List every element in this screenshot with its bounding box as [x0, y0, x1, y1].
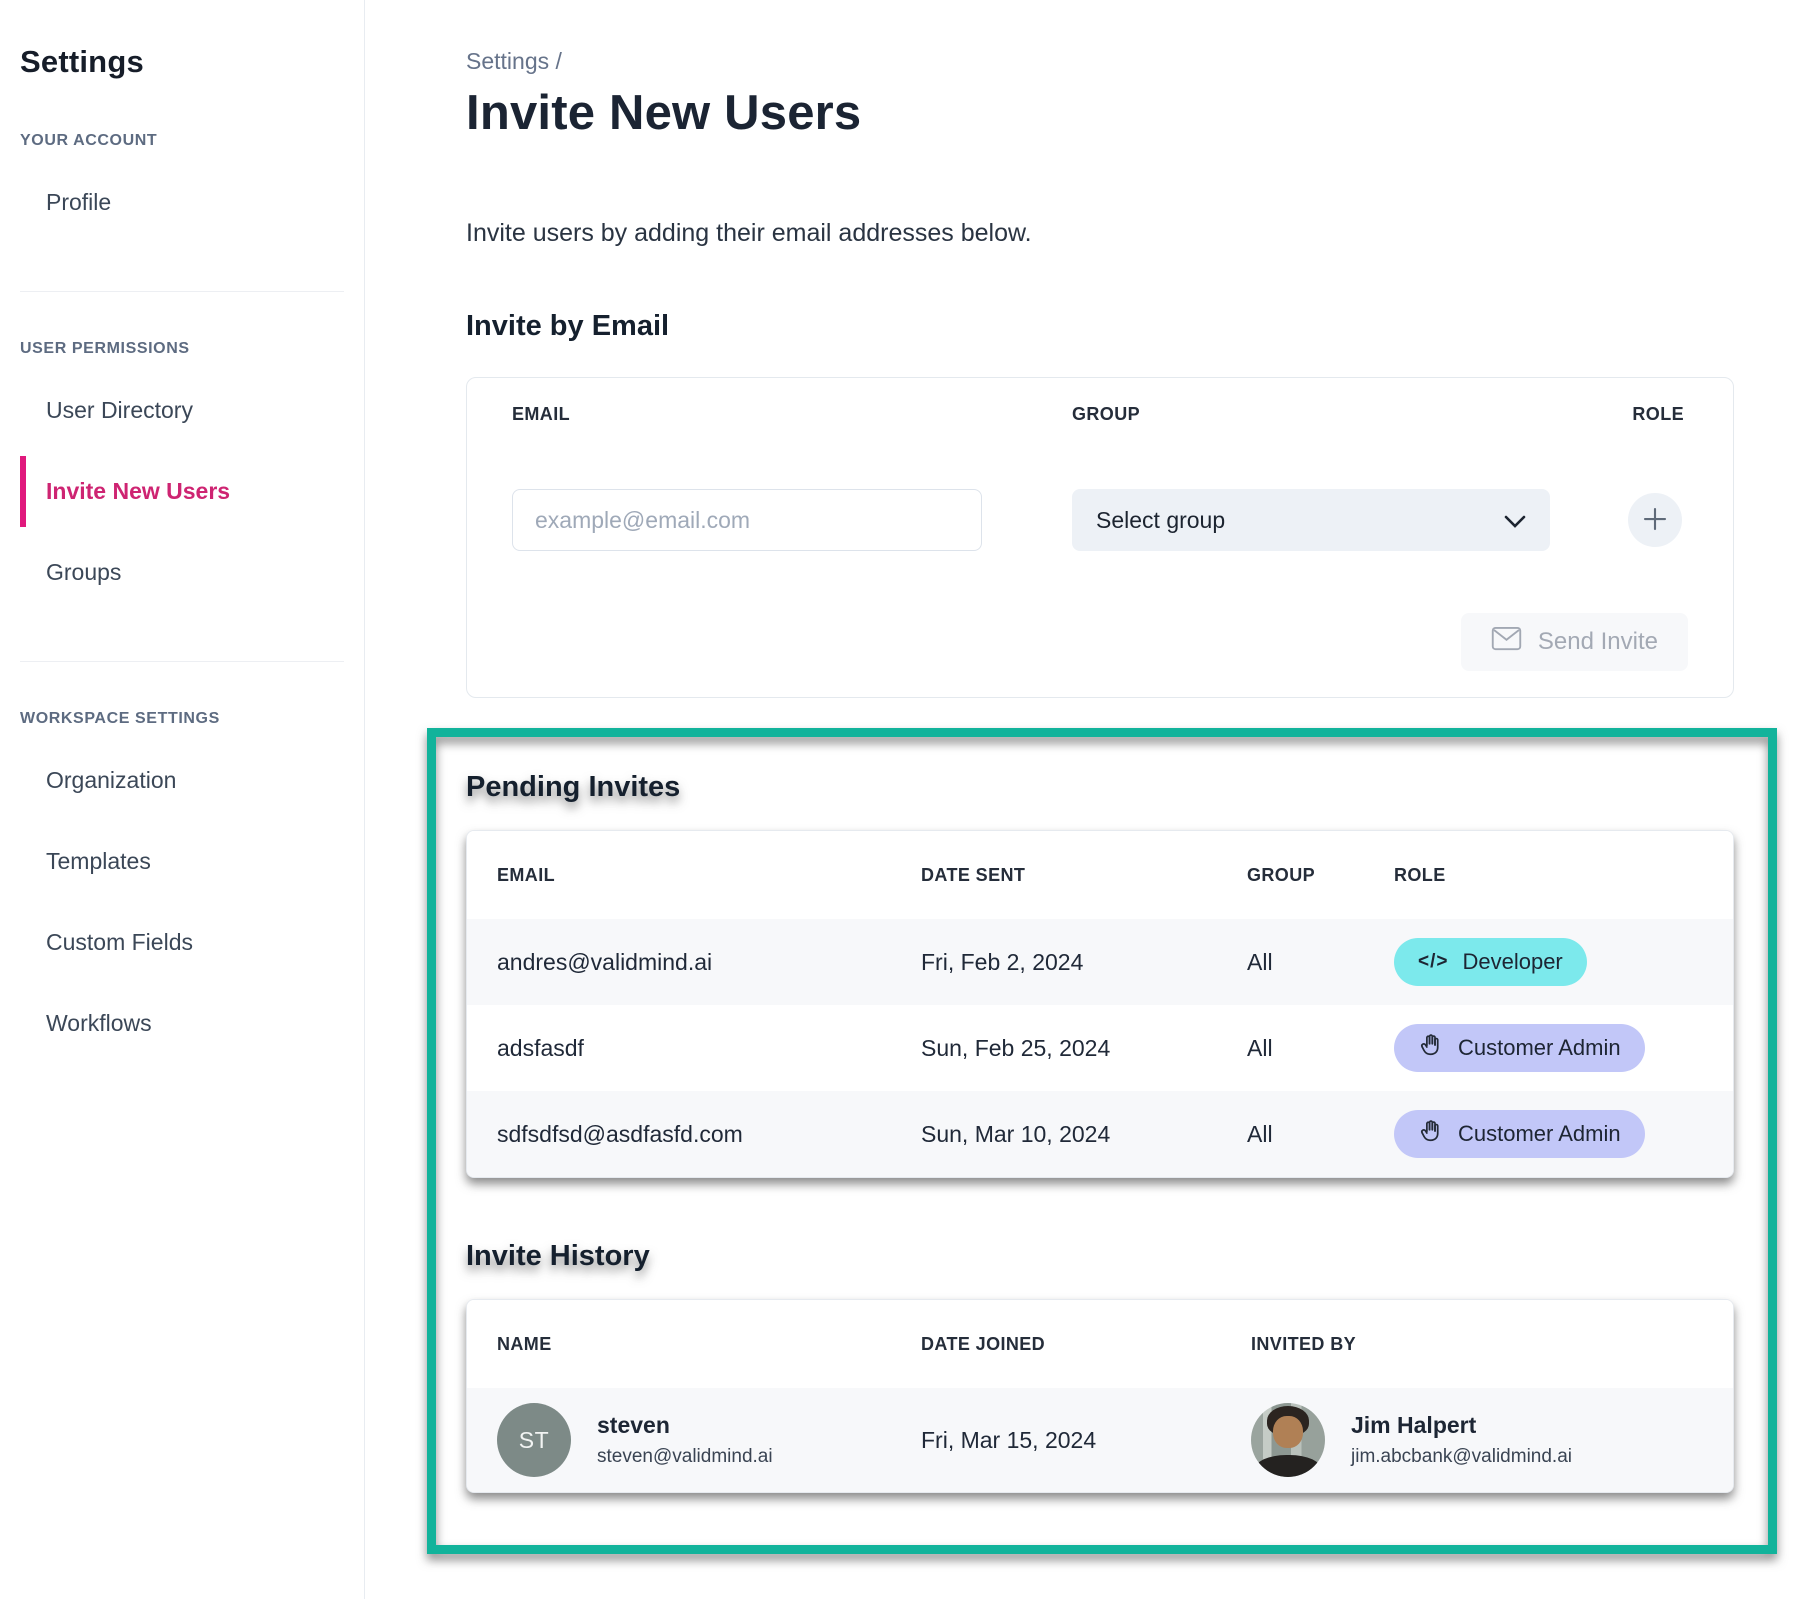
- sidebar-item-user-directory[interactable]: User Directory: [20, 370, 364, 451]
- sidebar-item-custom-fields[interactable]: Custom Fields: [20, 902, 364, 983]
- section-label-workspace-settings: WORKSPACE SETTINGS: [20, 710, 364, 728]
- inviter-name: Jim Halpert: [1351, 1412, 1572, 1439]
- column-header-role: ROLE: [1394, 865, 1733, 886]
- cell-date-sent: Fri, Feb 2, 2024: [921, 949, 1247, 976]
- role-badge-customer-admin: Customer Admin: [1394, 1110, 1645, 1158]
- column-header-invited-by: INVITED BY: [1251, 1334, 1733, 1355]
- section-label-user-permissions: USER PERMISSIONS: [20, 340, 364, 358]
- sidebar-divider: [20, 661, 344, 662]
- sidebar-title: Settings: [20, 44, 364, 80]
- settings-page: Settings YOUR ACCOUNT Profile USER PERMI…: [0, 0, 1814, 1599]
- settings-sidebar: Settings YOUR ACCOUNT Profile USER PERMI…: [0, 0, 365, 1599]
- column-header-name: NAME: [497, 1334, 921, 1355]
- sidebar-divider: [20, 291, 344, 292]
- cell-date-sent: Sun, Mar 10, 2024: [921, 1121, 1247, 1148]
- email-input[interactable]: [512, 489, 982, 551]
- sidebar-item-workflows[interactable]: Workflows: [20, 983, 364, 1064]
- cell-group: All: [1247, 1035, 1394, 1062]
- pending-invites-heading: Pending Invites: [466, 771, 1738, 804]
- sidebar-item-label: Organization: [46, 767, 176, 793]
- role-badge-label: Developer: [1462, 949, 1562, 975]
- breadcrumb: Settings /: [466, 48, 1814, 75]
- invite-history-table: NAME DATE JOINED INVITED BY ST steven st…: [466, 1299, 1734, 1493]
- role-field-label: ROLE: [1550, 404, 1688, 425]
- cell-email: andres@validmind.ai: [497, 949, 921, 976]
- column-header-group: GROUP: [1247, 865, 1394, 886]
- column-header-email: EMAIL: [497, 865, 921, 886]
- cell-group: All: [1247, 1121, 1394, 1148]
- cell-group: All: [1247, 949, 1394, 976]
- sidebar-item-label: Groups: [46, 559, 121, 585]
- cell-date-sent: Sun, Feb 25, 2024: [921, 1035, 1247, 1062]
- add-invite-row-button[interactable]: [1628, 493, 1682, 547]
- breadcrumb-settings-link[interactable]: Settings: [466, 48, 549, 74]
- invite-history-header-row: NAME DATE JOINED INVITED BY: [467, 1300, 1733, 1388]
- user-name: steven: [597, 1412, 773, 1439]
- user-email: steven@validmind.ai: [597, 1446, 773, 1468]
- avatar: ST: [497, 1403, 571, 1477]
- role-badge-developer: </> Developer: [1394, 938, 1587, 986]
- sidebar-item-label: Templates: [46, 848, 151, 874]
- role-badge-customer-admin: Customer Admin: [1394, 1024, 1645, 1072]
- column-header-date-sent: DATE SENT: [921, 865, 1247, 886]
- cell-date-joined: Fri, Mar 15, 2024: [921, 1427, 1251, 1454]
- page-description: Invite users by adding their email addre…: [466, 219, 1814, 248]
- table-row: ST steven steven@validmind.ai Fri, Mar 1…: [467, 1388, 1733, 1492]
- hand-icon: [1418, 1032, 1444, 1064]
- send-invite-label: Send Invite: [1538, 628, 1658, 656]
- envelope-icon: [1491, 626, 1522, 658]
- sidebar-item-templates[interactable]: Templates: [20, 821, 364, 902]
- breadcrumb-separator: /: [556, 48, 562, 74]
- section-label-your-account: YOUR ACCOUNT: [20, 132, 364, 150]
- avatar-shirt: [1255, 1455, 1320, 1477]
- sidebar-item-label: User Directory: [46, 397, 193, 423]
- main-content: Settings / Invite New Users Invite users…: [365, 0, 1814, 1554]
- avatar-face: [1273, 1416, 1303, 1449]
- pending-invites-body: andres@validmind.ai Fri, Feb 2, 2024 All…: [467, 919, 1733, 1177]
- invite-form-card: EMAIL GROUP ROLE Select group: [466, 377, 1734, 698]
- table-row: adsfasdf Sun, Feb 25, 2024 All Customer …: [467, 1005, 1733, 1091]
- sidebar-item-invite-new-users[interactable]: Invite New Users: [20, 451, 364, 532]
- column-header-date-joined: DATE JOINED: [921, 1334, 1251, 1355]
- role-badge-label: Customer Admin: [1458, 1035, 1621, 1061]
- cell-email: sdfsdfsd@asdfasfd.com: [497, 1121, 921, 1148]
- chevron-down-icon: [1504, 507, 1526, 534]
- invite-history-heading: Invite History: [466, 1240, 1738, 1273]
- group-select-value: Select group: [1096, 507, 1225, 534]
- table-row: sdfsdfsd@asdfasfd.com Sun, Mar 10, 2024 …: [467, 1091, 1733, 1177]
- sidebar-item-groups[interactable]: Groups: [20, 532, 364, 613]
- sidebar-item-label: Profile: [46, 189, 111, 215]
- group-field-label: GROUP: [1072, 404, 1550, 425]
- highlight-annotation-box: Pending Invites EMAIL DATE SENT GROUP RO…: [427, 728, 1777, 1554]
- send-invite-button[interactable]: Send Invite: [1461, 613, 1688, 671]
- invite-by-email-heading: Invite by Email: [466, 310, 1814, 343]
- page-title: Invite New Users: [466, 85, 1814, 141]
- pending-invites-header-row: EMAIL DATE SENT GROUP ROLE: [467, 831, 1733, 919]
- sidebar-item-profile[interactable]: Profile: [20, 162, 364, 243]
- email-field-label: EMAIL: [512, 404, 1072, 425]
- code-icon: </>: [1418, 951, 1448, 973]
- sidebar-item-organization[interactable]: Organization: [20, 740, 364, 821]
- plus-icon: [1640, 504, 1670, 537]
- group-select[interactable]: Select group: [1072, 489, 1550, 551]
- inviter-avatar-photo: [1251, 1403, 1325, 1477]
- sidebar-item-label: Workflows: [46, 1010, 152, 1036]
- hand-icon: [1418, 1118, 1444, 1150]
- role-badge-label: Customer Admin: [1458, 1121, 1621, 1147]
- cell-email: adsfasdf: [497, 1035, 921, 1062]
- inviter-email: jim.abcbank@validmind.ai: [1351, 1446, 1572, 1468]
- sidebar-item-label: Invite New Users: [46, 478, 230, 504]
- sidebar-item-label: Custom Fields: [46, 929, 193, 955]
- pending-invites-table: EMAIL DATE SENT GROUP ROLE andres@validm…: [466, 830, 1734, 1178]
- table-row: andres@validmind.ai Fri, Feb 2, 2024 All…: [467, 919, 1733, 1005]
